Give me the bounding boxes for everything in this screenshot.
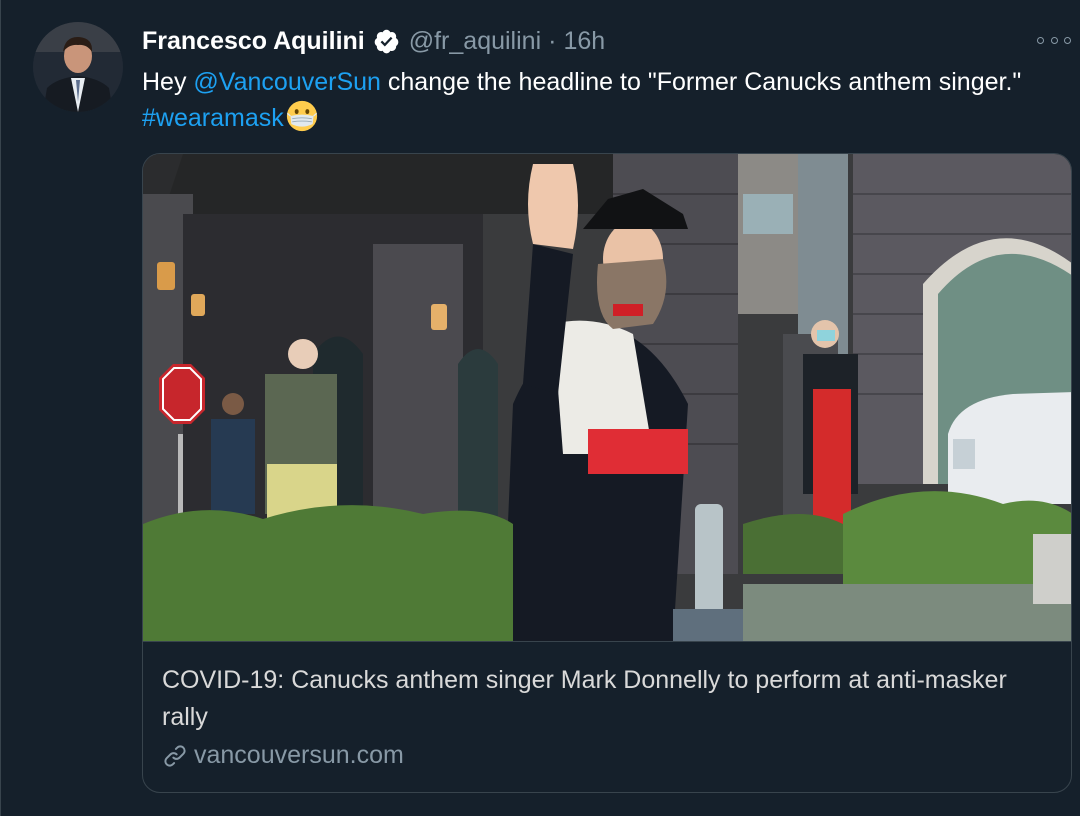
user-handle[interactable]: @fr_aquilini bbox=[409, 27, 541, 56]
verified-badge-icon bbox=[374, 29, 399, 53]
link-icon bbox=[164, 744, 186, 767]
card-body[interactable]: COVID-19: Canucks anthem singer Mark Don… bbox=[143, 641, 1071, 792]
separator-dot: · bbox=[548, 26, 557, 55]
more-options-icon[interactable] bbox=[1037, 30, 1071, 50]
card-photo bbox=[143, 154, 1071, 641]
face-with-medical-mask-icon bbox=[286, 100, 317, 132]
tweet-header: Francesco Aquilini @fr_aquilini · 16h bbox=[142, 24, 605, 58]
hashtag-link[interactable]: #wearamask bbox=[142, 104, 284, 132]
card-domain[interactable]: vancouversun.com bbox=[162, 741, 404, 770]
card-domain-text: vancouversun.com bbox=[194, 741, 404, 769]
more-dot bbox=[1037, 36, 1044, 44]
more-dot bbox=[1064, 36, 1071, 44]
card-title[interactable]: COVID-19: Canucks anthem singer Mark Don… bbox=[162, 662, 1052, 736]
display-name[interactable]: Francesco Aquilini bbox=[142, 27, 365, 56]
avatar[interactable] bbox=[33, 22, 123, 112]
timestamp[interactable]: 16h bbox=[563, 27, 605, 56]
card-image[interactable] bbox=[143, 154, 1071, 641]
avatar-photo bbox=[33, 22, 123, 112]
tweet[interactable]: Francesco Aquilini @fr_aquilini · 16h He… bbox=[0, 0, 1080, 816]
link-preview-card[interactable]: COVID-19: Canucks anthem singer Mark Don… bbox=[142, 153, 1072, 793]
more-dot bbox=[1050, 36, 1058, 44]
tweet-text-prefix: Hey bbox=[142, 68, 194, 96]
tweet-text: Hey @VancouverSun change the headline to… bbox=[142, 64, 1052, 136]
mention-link[interactable]: @VancouverSun bbox=[193, 68, 381, 96]
tweet-text-body: change the headline to "Former Canucks a… bbox=[380, 68, 1022, 96]
